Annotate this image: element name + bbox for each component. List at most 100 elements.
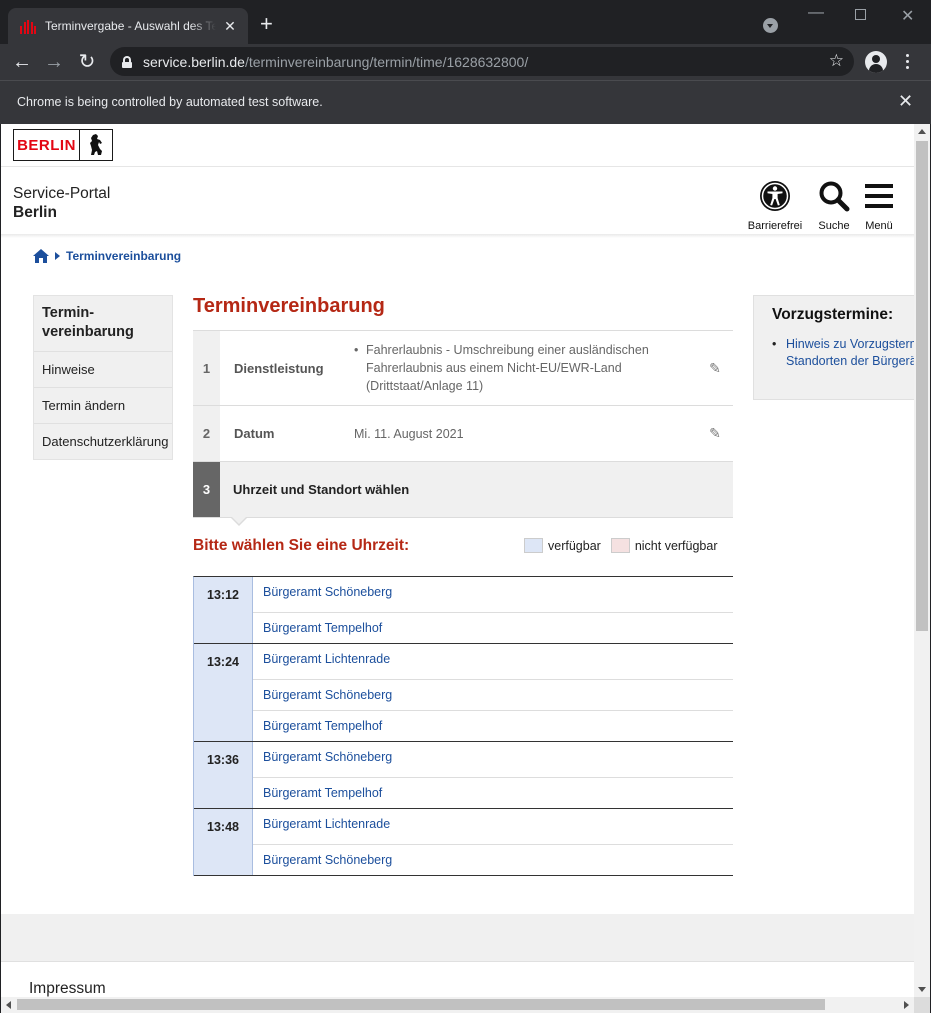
pick-time-heading: Bitte wählen Sie eine Uhrzeit: [193,537,410,554]
accessibility-label: Barrierefrei [747,220,803,232]
page-viewport: BERLIN Service-Portal Berlin Barrierefre… [1,124,914,997]
slot-time: 13:12 [194,577,253,643]
tab-search-icon[interactable] [763,18,778,33]
slot-location-link[interactable]: Bürgeramt Lichtenrade [253,644,733,679]
slot-location-link[interactable]: Bürgeramt Schöneberg [253,742,733,777]
side-navigation: Termin- vereinbarung Hinweise Termin änd… [33,295,173,460]
url-host: service.berlin.de [143,53,245,70]
time-slot-group: 13:36 Bürgeramt Schöneberg Bürgeramt Tem… [194,742,733,809]
slot-location-link[interactable]: Bürgeramt Schöneberg [253,577,733,612]
legend-unavailable-swatch [610,538,630,553]
slot-location-link[interactable]: Bürgeramt Tempelhof [253,710,733,741]
minimize-icon[interactable]: — [808,4,824,22]
time-slot-group: 13:12 Bürgeramt Schöneberg Bürgeramt Tem… [194,577,733,644]
forward-icon[interactable]: → [42,50,66,74]
search-icon [819,181,850,212]
step-date: 2 Datum Mi. 11. August 2021 ✎ [193,406,733,462]
window-close-icon[interactable]: ✕ [901,6,914,26]
address-bar[interactable]: service.berlin.de/terminvereinbarung/ter… [110,47,854,76]
step-service: 1 Dienstleistung Fahrerlaubnis - Umschre… [193,331,733,406]
step-label: Datum [234,426,275,441]
profile-avatar-icon[interactable] [865,51,887,73]
page-title: Terminvereinbarung [193,295,385,317]
step-value: Fahrerlaubnis - Umschreibung einer auslä… [354,331,697,405]
automation-infobar: Chrome is being controlled by automated … [0,80,931,124]
new-tab-icon[interactable]: + [260,13,273,35]
tab-close-icon[interactable]: ✕ [222,18,238,35]
browser-tab[interactable]: Terminvergabe - Auswahl des Termins ✕ [8,8,248,44]
step-pointer [230,516,248,526]
vertical-scroll-thumb[interactable] [916,141,928,631]
legend-unavailable-label: nicht verfügbar [634,538,718,553]
priority-appointments-link[interactable]: Hinweis zu Vorzugsterminen an Standorten… [772,336,914,370]
scroll-left-icon[interactable] [6,1001,11,1009]
slot-location-link[interactable]: Bürgeramt Tempelhof [253,777,733,808]
slot-time: 13:48 [194,809,253,875]
browser-window: Terminvergabe - Auswahl des Termins ✕ + … [0,0,931,1013]
slot-location-link[interactable]: Bürgeramt Schöneberg [253,844,733,875]
step-number: 3 [193,462,220,517]
step-label: Uhrzeit und Standort wählen [233,482,410,497]
step-number: 1 [193,331,220,405]
berlin-logo[interactable]: BERLIN [13,129,113,161]
legend-available-swatch [524,538,543,553]
time-slot-group: 13:48 Bürgeramt Lichtenrade Bürgeramt Sc… [194,809,733,876]
accessibility-button[interactable]: Barrierefrei [745,180,805,232]
scroll-down-icon[interactable] [918,987,926,992]
impressum-link[interactable]: Impressum [29,980,106,997]
back-icon[interactable]: ← [10,50,34,74]
infobar-close-icon[interactable]: ✕ [898,91,913,112]
berlin-favicon-icon [20,18,36,34]
breadcrumb-link[interactable]: Terminvereinbarung [66,249,181,263]
step-value: Mi. 11. August 2021 [354,426,464,441]
title-bar: Terminvergabe - Auswahl des Termins ✕ + … [0,0,931,44]
footer-band [1,914,914,962]
portal-name[interactable]: Service-Portal Berlin [13,184,110,222]
portal-name-line1: Service-Portal [13,185,111,202]
step-label: Dienstleistung [234,360,324,376]
berlin-bear-icon [80,130,112,160]
availability-legend: verfügbar nicht verfügbar [524,538,718,553]
url-path: /terminvereinbarung/termin/time/16286328… [244,53,529,70]
reload-icon[interactable]: ↻ [75,50,99,74]
sidenav-item-terminvereinbarung[interactable]: Termin- vereinbarung [34,296,172,351]
maximize-icon[interactable] [855,9,866,20]
slot-location-link[interactable]: Bürgeramt Lichtenrade [253,809,733,844]
lock-icon[interactable] [122,55,132,68]
sidenav-item-hinweise[interactable]: Hinweise [34,351,172,387]
edit-pencil-icon[interactable]: ✎ [697,406,733,461]
sidenav-item-datenschutz[interactable]: Datenschutzerklärung [34,423,172,459]
berlin-logo-text: BERLIN [14,130,80,160]
home-icon[interactable] [33,249,49,263]
edit-pencil-icon[interactable]: ✎ [697,331,733,405]
accessibility-icon [760,181,790,211]
slot-time: 13:36 [194,742,253,808]
menu-label: Menü [865,220,893,232]
scrollbar-corner [914,997,930,1013]
vertical-scrollbar[interactable] [914,124,930,997]
sidenav-item-termin-aendern[interactable]: Termin ändern [34,387,172,423]
step-time-location: 3 Uhrzeit und Standort wählen [193,462,733,526]
header-divider [1,234,914,238]
slot-time: 13:24 [194,644,253,741]
browser-toolbar: ← → ↻ service.berlin.de/terminvereinbaru… [0,44,931,80]
infobar-text: Chrome is being controlled by automated … [17,95,323,109]
priority-appointments-box: Vorzugstermine: Hinweis zu Vorzugstermin… [753,295,914,400]
breadcrumb-arrow-icon [55,252,60,260]
priority-appointments-title: Vorzugstermine: [772,306,894,323]
step-number: 2 [193,406,220,461]
time-slot-table: 13:12 Bürgeramt Schöneberg Bürgeramt Tem… [193,576,733,876]
scroll-up-icon[interactable] [918,129,926,134]
browser-menu-icon[interactable] [906,54,910,72]
time-slot-group: 13:24 Bürgeramt Lichtenrade Bürgeramt Sc… [194,644,733,742]
slot-location-link[interactable]: Bürgeramt Schöneberg [253,679,733,710]
horizontal-scroll-thumb[interactable] [17,999,825,1010]
legend-available-label: verfügbar [548,538,601,553]
slot-location-link[interactable]: Bürgeramt Tempelhof [253,612,733,643]
tab-title: Terminvergabe - Auswahl des Termins [45,19,216,33]
menu-button[interactable]: Menü [849,180,909,232]
portal-name-line2: Berlin [13,204,57,221]
horizontal-scrollbar[interactable] [1,997,914,1013]
bookmark-star-icon[interactable]: ☆ [829,51,844,71]
scroll-right-icon[interactable] [904,1001,909,1009]
